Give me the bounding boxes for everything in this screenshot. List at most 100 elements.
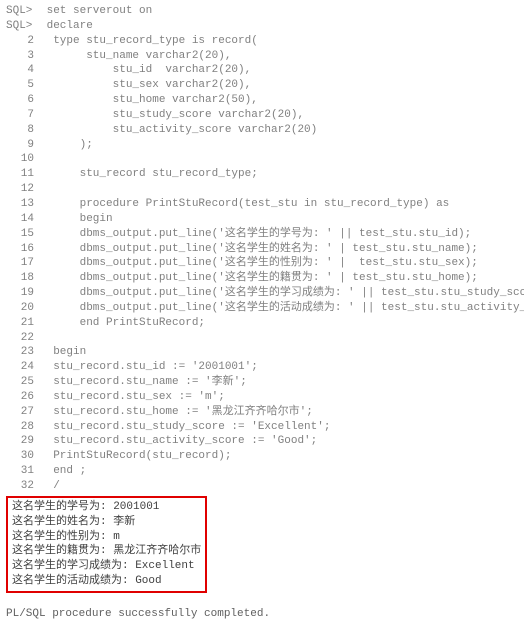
code-line: 23 begin <box>6 345 518 360</box>
code-line: SQL> set serverout on <box>6 4 518 19</box>
sql-prompt: SQL> <box>6 19 40 34</box>
code-text: ); <box>40 138 93 153</box>
code-line: 29 stu_record.stu_activity_score := 'Goo… <box>6 434 518 449</box>
line-number: 18 <box>6 271 40 286</box>
code-line: 24 stu_record.stu_id := '2001001'; <box>6 360 518 375</box>
code-text: dbms_output.put_line('这名学生的学习成绩为: ' || t… <box>40 286 524 301</box>
line-number: 24 <box>6 360 40 375</box>
line-number: 25 <box>6 375 40 390</box>
line-number: 6 <box>6 93 40 108</box>
line-number: 22 <box>6 331 40 346</box>
code-line: 26 stu_record.stu_sex := 'm'; <box>6 390 518 405</box>
line-number: 14 <box>6 212 40 227</box>
code-text: dbms_output.put_line('这名学生的活动成绩为: ' || t… <box>40 301 524 316</box>
code-text: type stu_record_type is record( <box>40 34 258 49</box>
output-line: 这名学生的学习成绩为: Excellent <box>12 559 201 574</box>
line-number: 10 <box>6 152 40 167</box>
code-line: 7 stu_study_score varchar2(20), <box>6 108 518 123</box>
code-line: 27 stu_record.stu_home := '黑龙江齐齐哈尔市'; <box>6 405 518 420</box>
line-number: 32 <box>6 479 40 494</box>
output-line: 这名学生的学号为: 2001001 <box>12 500 201 515</box>
line-number: 29 <box>6 434 40 449</box>
code-text: stu_home varchar2(50), <box>40 93 258 108</box>
code-line: 10 <box>6 152 518 167</box>
code-line: 15 dbms_output.put_line('这名学生的学号为: ' || … <box>6 227 518 242</box>
line-number: 2 <box>6 34 40 49</box>
code-line: 21 end PrintStuRecord; <box>6 316 518 331</box>
line-number: 13 <box>6 197 40 212</box>
code-line: 30 PrintStuRecord(stu_record); <box>6 449 518 464</box>
code-text: begin <box>40 345 86 360</box>
code-text: dbms_output.put_line('这名学生的学号为: ' || tes… <box>40 227 471 242</box>
terminal-output: SQL> set serverout on SQL> declare 2 typ… <box>6 4 518 622</box>
code-text: dbms_output.put_line('这名学生的性别为: ' | test… <box>40 256 478 271</box>
code-line: 31 end ; <box>6 464 518 479</box>
code-line: 8 stu_activity_score varchar2(20) <box>6 123 518 138</box>
code-line: 20 dbms_output.put_line('这名学生的活动成绩为: ' |… <box>6 301 518 316</box>
code-text: / <box>40 479 60 494</box>
line-number: 31 <box>6 464 40 479</box>
output-highlight-box: 这名学生的学号为: 2001001 这名学生的姓名为: 李新 这名学生的性别为:… <box>6 496 207 593</box>
code-text: stu_record.stu_name := '李新'; <box>40 375 247 390</box>
line-number: 16 <box>6 242 40 257</box>
line-number: 26 <box>6 390 40 405</box>
code-line: SQL> declare <box>6 19 518 34</box>
code-text: stu_record.stu_id := '2001001'; <box>40 360 258 375</box>
line-number: 12 <box>6 182 40 197</box>
line-number: 20 <box>6 301 40 316</box>
output-line: 这名学生的姓名为: 李新 <box>12 515 201 530</box>
code-text: stu_record.stu_activity_score := 'Good'; <box>40 434 317 449</box>
line-number: 17 <box>6 256 40 271</box>
code-line: 18 dbms_output.put_line('这名学生的籍贯为: ' | t… <box>6 271 518 286</box>
code-text: set serverout on <box>40 4 152 19</box>
line-number: 4 <box>6 63 40 78</box>
code-text: PrintStuRecord(stu_record); <box>40 449 231 464</box>
code-text: stu_record stu_record_type; <box>40 167 258 182</box>
code-line: 32 / <box>6 479 518 494</box>
code-line: 9 ); <box>6 138 518 153</box>
code-text: stu_record.stu_sex := 'm'; <box>40 390 225 405</box>
code-line: 14 begin <box>6 212 518 227</box>
code-text: stu_id varchar2(20), <box>40 63 251 78</box>
output-line: 这名学生的活动成绩为: Good <box>12 574 201 589</box>
code-line: 12 <box>6 182 518 197</box>
code-text: dbms_output.put_line('这名学生的姓名为: ' | test… <box>40 242 478 257</box>
output-line: 这名学生的性别为: m <box>12 530 201 545</box>
code-text: stu_name varchar2(20), <box>40 49 231 64</box>
code-line: 17 dbms_output.put_line('这名学生的性别为: ' | t… <box>6 256 518 271</box>
completion-message: PL/SQL procedure successfully completed. <box>6 607 518 622</box>
line-number: 19 <box>6 286 40 301</box>
output-line: 这名学生的籍贯为: 黑龙江齐齐哈尔市 <box>12 544 201 559</box>
code-line: 28 stu_record.stu_study_score := 'Excell… <box>6 420 518 435</box>
code-text: stu_record.stu_home := '黑龙江齐齐哈尔市'; <box>40 405 313 420</box>
code-text: stu_record.stu_study_score := 'Excellent… <box>40 420 330 435</box>
code-line: 3 stu_name varchar2(20), <box>6 49 518 64</box>
line-number: 3 <box>6 49 40 64</box>
code-text: end ; <box>40 464 86 479</box>
code-line: 16 dbms_output.put_line('这名学生的姓名为: ' | t… <box>6 242 518 257</box>
code-text: stu_activity_score varchar2(20) <box>40 123 317 138</box>
code-line: 19 dbms_output.put_line('这名学生的学习成绩为: ' |… <box>6 286 518 301</box>
line-number: 23 <box>6 345 40 360</box>
line-number: 7 <box>6 108 40 123</box>
code-text: end PrintStuRecord; <box>40 316 205 331</box>
line-number: 11 <box>6 167 40 182</box>
line-number: 30 <box>6 449 40 464</box>
line-number: 15 <box>6 227 40 242</box>
sql-prompt: SQL> <box>6 4 40 19</box>
code-text: dbms_output.put_line('这名学生的籍贯为: ' | test… <box>40 271 478 286</box>
code-line: 2 type stu_record_type is record( <box>6 34 518 49</box>
code-text: declare <box>40 19 93 34</box>
code-text: stu_sex varchar2(20), <box>40 78 251 93</box>
code-text: begin <box>40 212 113 227</box>
code-line: 6 stu_home varchar2(50), <box>6 93 518 108</box>
line-number: 9 <box>6 138 40 153</box>
line-number: 27 <box>6 405 40 420</box>
line-number: 28 <box>6 420 40 435</box>
code-line: 22 <box>6 331 518 346</box>
code-text: stu_study_score varchar2(20), <box>40 108 304 123</box>
code-line: 13 procedure PrintStuRecord(test_stu in … <box>6 197 518 212</box>
line-number: 5 <box>6 78 40 93</box>
code-text: procedure PrintStuRecord(test_stu in stu… <box>40 197 449 212</box>
code-line: 5 stu_sex varchar2(20), <box>6 78 518 93</box>
